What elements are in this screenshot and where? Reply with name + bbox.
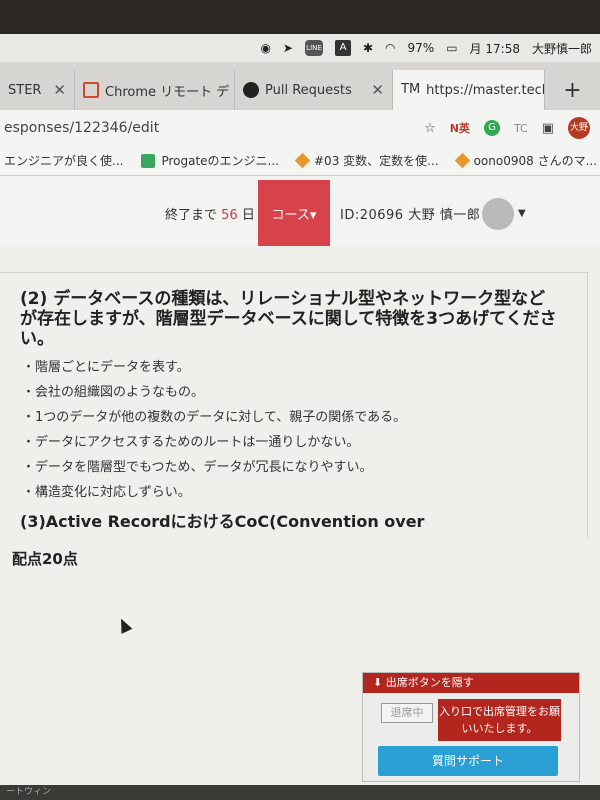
ext-translate-icon[interactable]: N英 <box>450 120 470 136</box>
chevron-down-icon[interactable]: ▼ <box>518 208 526 219</box>
close-icon[interactable]: ✕ <box>47 81 66 99</box>
tab-pull-requests[interactable]: Pull Requests ✕ <box>235 70 393 110</box>
course-menu-button[interactable]: コース▾ <box>258 180 330 246</box>
ext-cast-icon[interactable]: ▣ <box>542 121 554 136</box>
arrow-icon[interactable]: ➤ <box>283 41 293 55</box>
profile-avatar[interactable]: 大野 <box>568 117 590 139</box>
progate-icon <box>141 153 156 168</box>
github-icon <box>243 82 259 98</box>
url-field[interactable]: esponses/122346/edit <box>4 120 424 136</box>
line-icon[interactable]: LINE <box>304 40 323 56</box>
bluetooth-icon[interactable]: ✱ <box>363 41 373 55</box>
answer-item: ・会社の組織図のようなもの。 <box>22 385 205 400</box>
clock-time: 17:58 <box>485 41 520 56</box>
ext-tc-icon[interactable]: TC <box>514 122 528 135</box>
clock-day: 月 <box>469 41 482 56</box>
macos-menubar: ◉ ➤ LINE A ✱ ◠ 97% ▭ 月 17:58 大野慎一郎 <box>0 34 600 62</box>
battery-icon[interactable]: ▭ <box>446 41 457 55</box>
input-method-icon[interactable]: A <box>334 40 351 56</box>
bookmark-item[interactable]: oono0908 さんのマ... <box>454 152 598 169</box>
points-label: 配点20点 <box>12 550 78 568</box>
chrome-remote-icon <box>83 82 99 98</box>
answer-list: ・階層ごとにデータを表す。 ・会社の組織図のようなもの。 ・1つのデータが他の複… <box>22 355 406 505</box>
tab-strip: STER ✕ Chrome リモート デ ✕ Pull Requests ✕ T… <box>0 62 600 110</box>
screen-icon[interactable]: ◉ <box>260 41 270 55</box>
bookmark-item[interactable]: エンジニアが良く使... <box>4 152 123 169</box>
extension-icons: ☆ N英 G TC ▣ 大野 <box>424 117 600 139</box>
bookmark-label: Progateのエンジニ... <box>161 154 279 168</box>
top-bezel <box>0 0 600 34</box>
countdown-suffix: 日 <box>241 208 255 223</box>
tab-master[interactable]: STER ✕ <box>0 70 75 110</box>
bottom-bezel: ートウィン <box>0 785 600 800</box>
bookmark-item[interactable]: #03 変数、定数を使... <box>294 152 439 169</box>
user-id: ID:20696 大野 慎一郎 <box>340 208 481 223</box>
bookmark-star-icon[interactable]: ☆ <box>424 121 436 136</box>
close-icon[interactable]: ✕ <box>365 81 384 99</box>
leave-status-button[interactable]: 退席中 <box>381 703 433 723</box>
user-avatar[interactable] <box>482 198 514 230</box>
tab-master-tech[interactable]: TM https://master.tech ✕ <box>393 70 545 110</box>
answer-item: ・データを階層型でもつため、データが冗長になりやすい。 <box>22 460 373 475</box>
next-question-title: (3)Active RecordにおけるCoC(Convention over <box>20 512 425 531</box>
bookmark-label: oono0908 さんのマ... <box>473 154 598 168</box>
answer-item: ・構造変化に対応しずらい。 <box>22 485 191 500</box>
answer-item: ・1つのデータが他の複数のデータに対して、親子の関係である。 <box>22 410 407 425</box>
question-support-button[interactable]: 質問サポート <box>378 746 558 776</box>
qiita-cube-icon <box>294 152 311 169</box>
battery-percent[interactable]: 97% <box>408 41 435 55</box>
tab-label: Pull Requests <box>265 82 352 98</box>
menubar-user[interactable]: 大野慎一郎 <box>532 40 592 57</box>
tab-label: Chrome リモート デ <box>105 84 230 100</box>
answer-item: ・データにアクセスするためのルートは一通りしかない。 <box>22 435 360 450</box>
attendance-note: 入り口で出席管理をお願いいたします。 <box>438 699 561 741</box>
countdown-days: 56 <box>221 208 238 223</box>
ext-grammarly-icon[interactable]: G <box>483 120 500 136</box>
qiita-cube-icon <box>454 152 470 169</box>
bookmark-label: エンジニアが良く使... <box>4 154 124 168</box>
countdown-prefix: 終了まで <box>165 208 218 223</box>
address-bar: esponses/122346/edit ☆ N英 G TC ▣ 大野 <box>0 110 600 146</box>
clock[interactable]: 月 17:58 <box>470 40 520 57</box>
tab-chrome-remote[interactable]: Chrome リモート デ ✕ <box>75 70 235 110</box>
bookmark-item[interactable]: Progateのエンジニ... <box>141 152 279 169</box>
hide-attendance-button[interactable]: ⬇ 出席ボタンを隠す <box>363 673 579 693</box>
tab-label: https://master.tech <box>426 82 545 98</box>
answer-item: ・階層ごとにデータを表す。 <box>22 360 190 375</box>
bookmarks-bar: エンジニアが良く使... Progateのエンジニ... #03 変数、定数を使… <box>0 146 600 176</box>
answer-card: (2) データベースの種類は、リレーショナル型やネットワーク型などが存在しますが… <box>0 272 588 538</box>
countdown: 終了まで 56 日 <box>165 204 255 223</box>
new-tab-button[interactable]: + <box>545 70 600 110</box>
tm-icon: TM <box>401 82 421 97</box>
question-title: (2) データベースの種類は、リレーショナル型やネットワーク型などが存在しますが… <box>20 289 557 349</box>
wifi-icon[interactable]: ◠ <box>385 41 395 55</box>
bookmark-label: #03 変数、定数を使... <box>314 154 439 168</box>
page-content: 終了まで 56 日 コース▾ ID:20696 大野 慎一郎 ▼ (2) データ… <box>0 176 600 800</box>
site-header: 終了まで 56 日 コース▾ ID:20696 大野 慎一郎 ▼ <box>0 176 600 246</box>
tab-label: STER <box>8 82 42 98</box>
